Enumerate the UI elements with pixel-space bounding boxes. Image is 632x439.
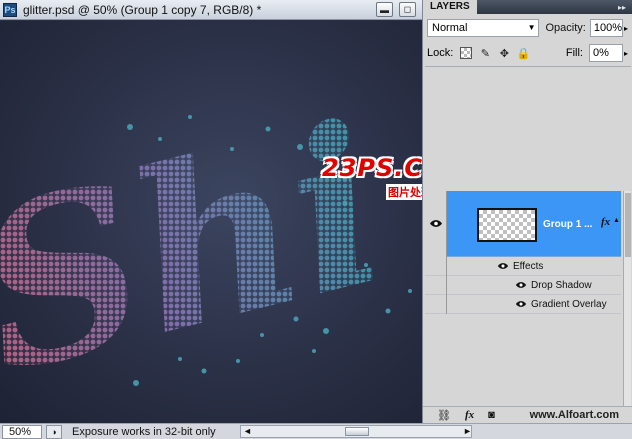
minimize-button[interactable]: ▬ bbox=[376, 2, 393, 17]
effect-row-gradient-overlay[interactable]: Gradient Overlay bbox=[425, 295, 621, 314]
fill-slider-icon[interactable]: ▸ bbox=[624, 49, 628, 58]
effects-visibility-cell bbox=[425, 257, 447, 276]
status-bar: 50% ◑ Exposure works in 32-bit only ◄ ► bbox=[0, 423, 632, 439]
eye-icon[interactable] bbox=[515, 281, 527, 289]
lock-all-padlock-icon[interactable]: 🔒 bbox=[516, 47, 530, 60]
watermark-site-text: www.Alfoart.com bbox=[529, 409, 619, 421]
glitter-artwork: Shi bbox=[0, 74, 412, 423]
scroll-thumb[interactable] bbox=[345, 427, 369, 436]
vertical-scrollbar[interactable] bbox=[623, 191, 631, 406]
scroll-right-icon[interactable]: ► bbox=[463, 426, 472, 436]
effects-label: Effects bbox=[513, 261, 544, 272]
layer-name[interactable]: Group 1 ... bbox=[543, 219, 592, 230]
layer-fx-icon[interactable]: fx bbox=[601, 216, 610, 228]
layers-panel: LAYERS ▸▸ Normal ▼ Opacity: 100% ▸ Lock:… bbox=[422, 0, 632, 423]
eye-icon[interactable] bbox=[497, 262, 509, 270]
lock-image-brush-icon[interactable]: ✎ bbox=[479, 47, 491, 60]
document-titlebar: Ps glitter.psd @ 50% (Group 1 copy 7, RG… bbox=[0, 0, 422, 20]
lock-transparency-icon[interactable] bbox=[460, 47, 473, 59]
fill-label: Fill: bbox=[565, 47, 583, 59]
status-message: Exposure works in 32-bit only bbox=[72, 425, 216, 438]
chevron-down-icon: ▼ bbox=[527, 23, 536, 32]
opacity-field[interactable]: 100% bbox=[589, 19, 623, 37]
lock-label: Lock: bbox=[427, 47, 454, 59]
blend-mode-select[interactable]: Normal ▼ bbox=[427, 19, 540, 37]
effect-row-drop-shadow[interactable]: Drop Shadow bbox=[425, 276, 621, 295]
link-layers-icon[interactable]: ⛓ bbox=[437, 409, 451, 422]
document-canvas[interactable]: Shi bbox=[0, 21, 422, 423]
layer-row-selected[interactable]: Group 1 ... fx ▲ bbox=[425, 191, 621, 257]
expand-arrow-icon[interactable]: ▲ bbox=[613, 217, 620, 224]
layer-thumbnail bbox=[477, 208, 537, 242]
photoshop-icon: Ps bbox=[3, 2, 17, 17]
effect-label-gradient-overlay: Gradient Overlay bbox=[531, 299, 607, 310]
lock-row: Lock: ✎ ✥ 🔒 Fill: 0% ▸ bbox=[427, 44, 628, 62]
layer-list: Group 1 ... fx ▲ Effects Drop Shadow Gra… bbox=[425, 66, 631, 406]
add-mask-icon[interactable]: ◙ bbox=[488, 409, 495, 421]
effect-visibility-cell bbox=[425, 295, 447, 314]
status-menu-icon[interactable]: ◑ bbox=[46, 424, 62, 439]
eye-icon[interactable] bbox=[429, 219, 443, 228]
effects-row[interactable]: Effects bbox=[425, 257, 621, 276]
tab-layers[interactable]: LAYERS bbox=[423, 0, 477, 14]
maximize-button[interactable]: ◻ bbox=[399, 2, 416, 17]
horizontal-scrollbar[interactable]: ◄ ► bbox=[240, 425, 472, 438]
lock-position-move-icon[interactable]: ✥ bbox=[498, 47, 510, 60]
eye-icon[interactable] bbox=[515, 300, 527, 308]
panel-menu-icon[interactable]: ▸▸ bbox=[618, 3, 626, 12]
panel-tabbar: LAYERS ▸▸ bbox=[423, 0, 632, 14]
scroll-thumb[interactable] bbox=[625, 193, 631, 257]
zoom-field[interactable]: 50% bbox=[2, 424, 42, 439]
blend-mode-value: Normal bbox=[432, 22, 468, 34]
document-title: glitter.psd @ 50% (Group 1 copy 7, RGB/8… bbox=[23, 2, 262, 17]
blend-row: Normal ▼ Opacity: 100% ▸ bbox=[427, 18, 628, 38]
photoshop-window: Ps glitter.psd @ 50% (Group 1 copy 7, RG… bbox=[0, 0, 632, 439]
effect-visibility-cell bbox=[425, 276, 447, 295]
panel-footer: ⛓ fx ◙ www.Alfoart.com bbox=[423, 406, 632, 423]
scroll-left-icon[interactable]: ◄ bbox=[243, 426, 252, 436]
fill-field[interactable]: 0% bbox=[588, 44, 623, 62]
opacity-label: Opacity: bbox=[545, 22, 586, 34]
layer-visibility-cell[interactable] bbox=[425, 191, 447, 257]
add-layer-style-icon[interactable]: fx bbox=[465, 409, 474, 421]
opacity-slider-icon[interactable]: ▸ bbox=[624, 24, 628, 33]
effect-label-drop-shadow: Drop Shadow bbox=[531, 280, 592, 291]
